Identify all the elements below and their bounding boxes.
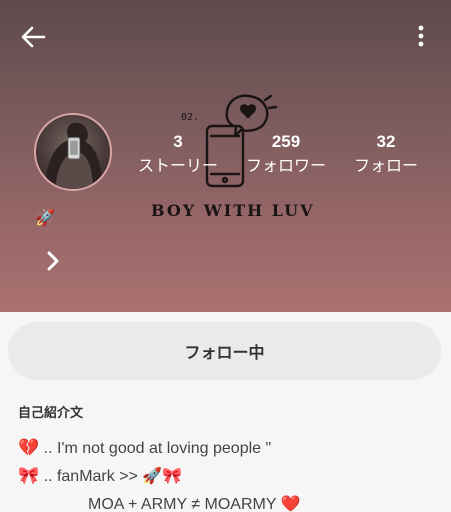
bio-line-text: .. I'm not good at loving people " [39, 440, 272, 457]
following-stat[interactable]: 32 フォロー [342, 131, 430, 178]
bio-line-text: MOA + ARMY ≠ MOARMY ❤️ [88, 496, 301, 512]
followers-count: 259 [271, 132, 301, 151]
following-button[interactable]: フォロー中 [8, 322, 441, 380]
profile-header: 02. BOY WITH LUV 3 ストーリー 259 フォロワー 32 フォ… [0, 0, 451, 312]
broken-heart-icon: 💔 [18, 438, 40, 457]
bio-line: 💔 .. I'm not good at loving people " [18, 438, 271, 458]
followers-stat[interactable]: 259 フォロワー [238, 131, 334, 178]
profile-avatar[interactable] [34, 113, 112, 191]
rocket-emoji: 🚀 [35, 208, 55, 227]
following-count: 32 [376, 132, 396, 151]
stories-stat[interactable]: 3 ストーリー [130, 131, 226, 178]
cover-title: BOY WITH LUV [151, 201, 315, 220]
more-options-icon[interactable] [412, 22, 430, 52]
bio-line-text: .. fanMark >> 🚀🎀 [39, 468, 183, 485]
stories-count: 3 [173, 132, 183, 151]
followers-label: フォロワー [245, 156, 326, 175]
following-label: フォロー [353, 156, 418, 175]
back-arrow-icon[interactable] [18, 22, 48, 52]
ribbon-icon: 🎀 [18, 466, 40, 485]
bio-line: MOA + ARMY ≠ MOARMY ❤️ [88, 494, 301, 512]
bio-heading: 自己紹介文 [18, 406, 84, 421]
stories-label: ストーリー [137, 156, 218, 175]
bio-line: 🎀 .. fanMark >> 🚀🎀 [18, 466, 182, 486]
chevron-right-icon[interactable] [42, 249, 64, 273]
cover-small-text: 02. [181, 112, 199, 123]
